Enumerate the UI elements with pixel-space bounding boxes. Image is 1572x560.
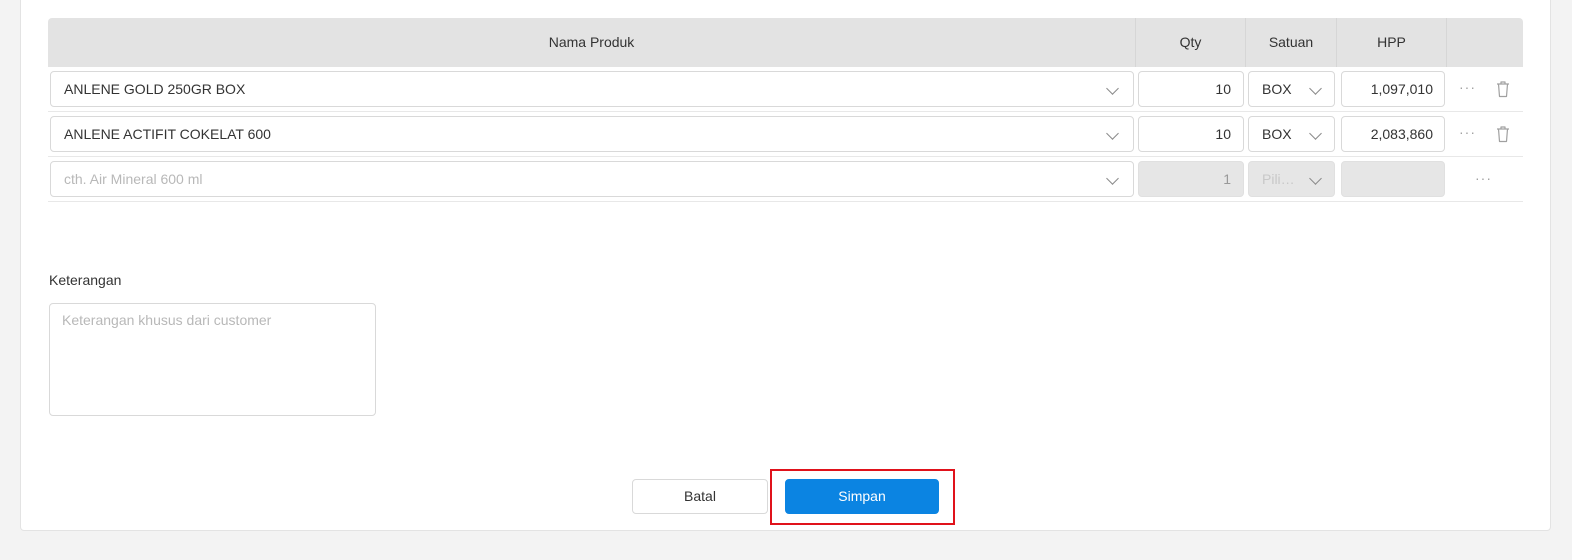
notes-label: Keterangan <box>49 272 122 288</box>
unit-select-value: BOX <box>1262 81 1292 97</box>
hpp-input[interactable]: 1,097,010 <box>1341 71 1445 107</box>
more-options-icon[interactable]: ··· <box>1475 171 1492 185</box>
column-header-hpp: HPP <box>1337 18 1447 67</box>
table-row: ANLENE GOLD 250GR BOX 10 BOX 1,097,010 ·… <box>48 67 1523 112</box>
column-header-qty: Qty <box>1136 18 1246 67</box>
more-options-icon[interactable]: ··· <box>1459 125 1476 139</box>
chevron-down-icon <box>1309 127 1322 140</box>
notes-textarea[interactable] <box>49 303 376 416</box>
unit-select[interactable]: Pili… <box>1248 161 1335 197</box>
trash-icon[interactable] <box>1495 80 1511 98</box>
unit-select-placeholder: Pili… <box>1262 171 1295 187</box>
product-select-placeholder: cth. Air Mineral 600 ml <box>64 171 203 187</box>
table-row-new: cth. Air Mineral 600 ml 1 Pili… ··· <box>48 157 1523 202</box>
product-select-value: ANLENE ACTIFIT COKELAT 600 <box>64 126 271 142</box>
table-header: Nama Produk Qty Satuan HPP <box>48 18 1523 67</box>
more-options-icon[interactable]: ··· <box>1459 80 1476 94</box>
unit-select[interactable]: BOX <box>1248 71 1335 107</box>
chevron-down-icon <box>1106 82 1119 95</box>
cancel-button[interactable]: Batal <box>632 479 768 514</box>
qty-input[interactable]: 10 <box>1138 71 1244 107</box>
column-header-product-name: Nama Produk <box>48 18 1136 67</box>
product-select[interactable]: ANLENE ACTIFIT COKELAT 600 <box>50 116 1134 152</box>
save-button-highlight <box>770 469 955 525</box>
product-select-value: ANLENE GOLD 250GR BOX <box>64 81 246 97</box>
hpp-input[interactable] <box>1341 161 1445 197</box>
chevron-down-icon <box>1106 127 1119 140</box>
chevron-down-icon <box>1309 172 1322 185</box>
trash-icon[interactable] <box>1495 125 1511 143</box>
qty-input[interactable]: 1 <box>1138 161 1244 197</box>
chevron-down-icon <box>1106 172 1119 185</box>
product-select[interactable]: cth. Air Mineral 600 ml <box>50 161 1134 197</box>
column-header-unit: Satuan <box>1246 18 1337 67</box>
unit-select[interactable]: BOX <box>1248 116 1335 152</box>
qty-input[interactable]: 10 <box>1138 116 1244 152</box>
product-select[interactable]: ANLENE GOLD 250GR BOX <box>50 71 1134 107</box>
unit-select-value: BOX <box>1262 126 1292 142</box>
table-row: ANLENE ACTIFIT COKELAT 600 10 BOX 2,083,… <box>48 112 1523 157</box>
hpp-input[interactable]: 2,083,860 <box>1341 116 1445 152</box>
chevron-down-icon <box>1309 82 1322 95</box>
column-header-actions <box>1447 18 1523 67</box>
